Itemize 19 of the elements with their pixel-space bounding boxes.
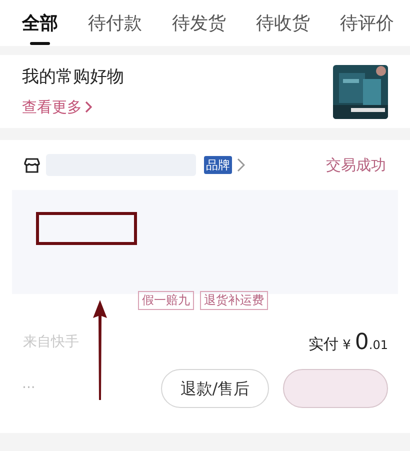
order-tab[interactable]: 全部 [22,10,58,45]
chevron-icon[interactable] [237,158,245,172]
currency-sign: ¥ [342,337,351,355]
paid-amount: 0.01 [354,329,388,357]
service-tag: 假一赔九 [138,291,194,310]
store-icon [24,158,40,172]
order-tab[interactable]: 待评价 [340,10,394,45]
service-tag: 退货补运费 [200,291,268,310]
chevron-icon [85,101,93,114]
section-title: 我的常购好物 [22,66,124,88]
order-status: 交易成功 [326,154,386,176]
order-tab[interactable]: 待收货 [256,10,310,45]
refund-button[interactable]: 退款/售后 [161,369,269,408]
see-more-link[interactable]: 查看更多 [22,96,124,118]
order-tab[interactable]: 待发货 [172,10,226,45]
paid-label: 实付 [308,334,339,355]
action-button[interactable] [283,369,388,408]
order-tab[interactable]: 待付款 [88,10,142,45]
brand-badge: 品牌 [204,156,232,174]
